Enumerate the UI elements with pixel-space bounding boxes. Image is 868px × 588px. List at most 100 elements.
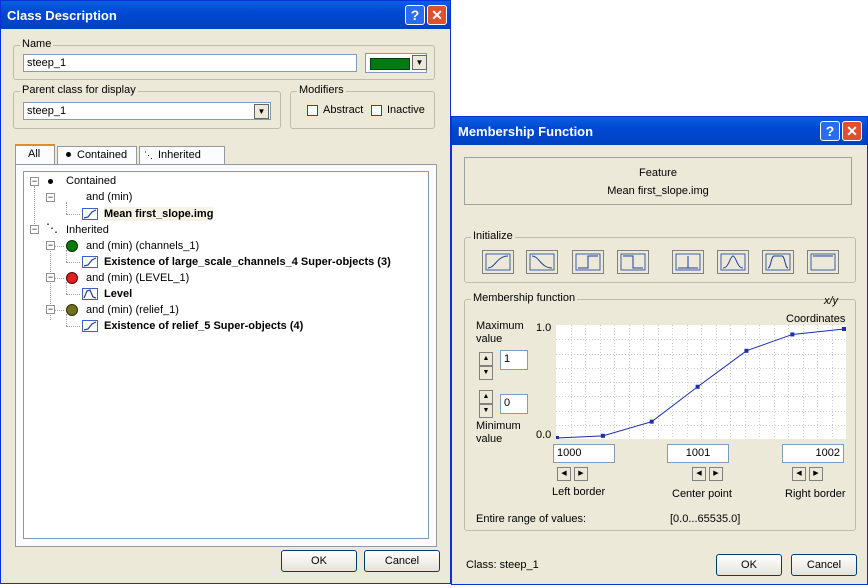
- function-full-range-button[interactable]: [807, 250, 839, 274]
- tree-line: [66, 282, 67, 294]
- tree-item-mean-slope[interactable]: Mean first_slope.img: [104, 207, 214, 221]
- membership-function-plot[interactable]: [556, 325, 846, 439]
- tree-item-level[interactable]: Level: [104, 287, 132, 301]
- inherited-icon: ⋱: [46, 221, 58, 235]
- coordinates-label: Coordinates: [786, 313, 846, 325]
- tree-line: [66, 202, 67, 214]
- max-down-arrow-icon[interactable]: ▼: [479, 366, 493, 380]
- left-border-label: Left border: [552, 486, 606, 498]
- help-icon[interactable]: ?: [405, 5, 425, 25]
- chevron-down-icon[interactable]: ▼: [412, 55, 427, 70]
- curve-point[interactable]: [649, 419, 654, 424]
- collapse-icon[interactable]: −: [46, 273, 55, 282]
- collapse-icon[interactable]: −: [46, 241, 55, 250]
- tree-item-and-min[interactable]: and (min): [86, 190, 132, 204]
- curve-point[interactable]: [600, 433, 605, 438]
- help-icon[interactable]: ?: [820, 121, 840, 141]
- parent-class-select[interactable]: steep_1: [23, 102, 271, 120]
- right-border-input[interactable]: 1002: [782, 444, 844, 463]
- cancel-button[interactable]: Cancel: [791, 554, 857, 576]
- curve-point[interactable]: [556, 436, 559, 439]
- class-description-window: Class Description ? ✕ Name steep_1 ▼ Par…: [0, 0, 451, 584]
- curve-point[interactable]: [695, 384, 700, 389]
- curve-point[interactable]: [790, 332, 795, 337]
- olive-class-dot-icon: [66, 304, 78, 316]
- collapse-icon[interactable]: −: [46, 193, 55, 202]
- tree-item-existence-relief[interactable]: Existence of relief_5 Super-objects (4): [104, 319, 303, 333]
- left-border-input[interactable]: 1000: [553, 444, 615, 463]
- function-z-shape-button[interactable]: [526, 250, 558, 274]
- modifiers-label: Modifiers: [297, 84, 346, 96]
- membership-curve-icon: [82, 320, 98, 332]
- min-down-arrow-icon[interactable]: ▼: [479, 404, 493, 418]
- center-right-arrow-icon[interactable]: ▶: [709, 467, 723, 481]
- right-border-right-arrow-icon[interactable]: ▶: [809, 467, 823, 481]
- min-up-arrow-icon[interactable]: ▲: [479, 390, 493, 404]
- tree-line: [34, 186, 35, 226]
- center-left-arrow-icon[interactable]: ◀: [692, 467, 706, 481]
- right-border-left-arrow-icon[interactable]: ◀: [792, 467, 806, 481]
- cancel-button[interactable]: Cancel: [364, 550, 440, 572]
- abstract-label: Abstract: [323, 104, 364, 116]
- contained-dot-icon: [48, 179, 53, 184]
- range-value: [0.0...65535.0]: [670, 513, 741, 525]
- window-title: Membership Function: [458, 124, 594, 139]
- collapse-icon[interactable]: −: [30, 225, 39, 234]
- ok-button[interactable]: OK: [281, 550, 357, 572]
- collapse-icon[interactable]: −: [46, 305, 55, 314]
- right-border-label: Right border: [785, 488, 846, 500]
- max-value-label: Maximum value: [476, 320, 524, 345]
- curve-point[interactable]: [744, 348, 749, 353]
- red-class-dot-icon: [66, 272, 78, 284]
- tree-item-and-channels[interactable]: and (min) (channels_1): [86, 239, 199, 253]
- close-icon[interactable]: ✕: [842, 121, 862, 141]
- function-bell-button[interactable]: [717, 250, 749, 274]
- function-step-down-button[interactable]: [617, 250, 649, 274]
- y-axis-bottom-label: 0.0: [536, 429, 552, 441]
- min-value-input[interactable]: 0: [500, 394, 528, 414]
- parent-class-label: Parent class for display: [20, 84, 138, 96]
- green-class-dot-icon: [66, 240, 78, 252]
- tree-item-inherited[interactable]: Inherited: [66, 223, 109, 237]
- abstract-checkbox[interactable]: [307, 105, 318, 116]
- membership-curve-icon: [82, 288, 98, 300]
- name-field[interactable]: steep_1: [23, 54, 357, 72]
- tab-contained[interactable]: Contained: [57, 146, 137, 164]
- tree-item-existence-channels[interactable]: Existence of large_scale_channels_4 Supe…: [104, 255, 391, 269]
- tree-item-and-relief[interactable]: and (min) (relief_1): [86, 303, 179, 317]
- center-point-label: Center point: [672, 488, 732, 500]
- tree-line: [66, 294, 80, 295]
- max-up-arrow-icon[interactable]: ▲: [479, 352, 493, 366]
- curve-point[interactable]: [842, 327, 846, 331]
- max-value-input[interactable]: 1: [500, 350, 528, 370]
- tree-line: [66, 262, 80, 263]
- left-border-left-arrow-icon[interactable]: ◀: [557, 467, 571, 481]
- inherited-icon: ⋱: [144, 150, 153, 160]
- center-point-input[interactable]: 1001: [667, 444, 729, 463]
- tab-inherited[interactable]: ⋱ Inherited: [139, 146, 225, 164]
- close-icon[interactable]: ✕: [427, 5, 447, 25]
- window-title: Class Description: [7, 8, 117, 23]
- contained-dot-icon: [66, 152, 71, 157]
- class-tree[interactable]: − Contained − and (min) Mean first_slope…: [23, 171, 429, 539]
- tree-item-and-level[interactable]: and (min) (LEVEL_1): [86, 271, 189, 285]
- color-swatch: [370, 58, 410, 70]
- range-label: Entire range of values:: [476, 513, 587, 525]
- color-picker[interactable]: ▼: [365, 53, 427, 73]
- left-border-right-arrow-icon[interactable]: ▶: [574, 467, 588, 481]
- chevron-down-icon[interactable]: ▼: [254, 104, 269, 119]
- ok-button[interactable]: OK: [716, 554, 782, 576]
- inactive-checkbox[interactable]: [371, 105, 382, 116]
- feature-panel: Feature Mean first_slope.img: [464, 157, 852, 205]
- tree-item-contained[interactable]: Contained: [66, 174, 116, 188]
- parent-class-value: steep_1: [27, 105, 67, 117]
- class-label: Class: steep_1: [466, 559, 539, 571]
- function-singleton-button[interactable]: [672, 250, 704, 274]
- function-s-shape-button[interactable]: [482, 250, 514, 274]
- tree-line: [66, 314, 67, 326]
- function-step-up-button[interactable]: [572, 250, 604, 274]
- function-trapezoid-button[interactable]: [762, 250, 794, 274]
- tab-all[interactable]: All: [15, 144, 55, 164]
- collapse-icon[interactable]: −: [30, 177, 39, 186]
- membership-function-label: Membership function: [471, 292, 578, 304]
